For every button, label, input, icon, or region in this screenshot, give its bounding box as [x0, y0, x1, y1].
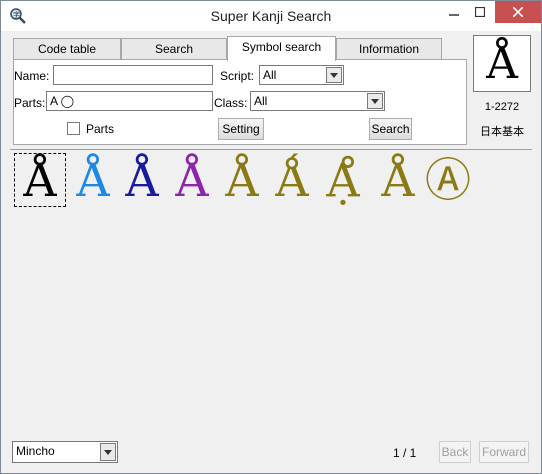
symbol-search-panel: Name: Script: All Parts: A ◯ Class: All …: [13, 59, 467, 145]
script-select-value: All: [263, 68, 277, 82]
result-glyph[interactable]: Ạ̊: [317, 153, 369, 207]
tab-code-table[interactable]: Code table: [13, 38, 121, 60]
search-button[interactable]: Search: [369, 118, 412, 140]
minimize-icon: [449, 14, 459, 16]
font-select[interactable]: Mincho: [12, 441, 118, 463]
parts-checkbox[interactable]: [67, 122, 80, 135]
results-grid: Å Å Å Å Å Ǻ Ạ̊ Å Ⓐ: [10, 149, 532, 433]
glyph-code: 1-2272: [484, 101, 520, 113]
script-label: Script:: [220, 69, 255, 83]
tab-symbol-search[interactable]: Symbol search: [227, 36, 336, 61]
parts-label: Parts:: [14, 96, 46, 110]
page-indicator: 1 / 1: [393, 446, 417, 460]
result-glyph[interactable]: Å: [372, 153, 424, 207]
maximize-icon: [475, 7, 485, 17]
parts-input[interactable]: A ◯: [46, 91, 213, 111]
class-select[interactable]: All: [250, 91, 385, 111]
font-select-value: Mincho: [16, 444, 55, 458]
forward-button[interactable]: Forward: [479, 441, 529, 463]
result-glyph[interactable]: Ǻ: [266, 153, 318, 207]
close-button[interactable]: [495, 1, 541, 23]
maximize-button[interactable]: [467, 1, 493, 23]
class-label: Class:: [214, 96, 248, 110]
result-glyph[interactable]: Å: [67, 153, 119, 207]
script-select[interactable]: All: [259, 65, 344, 85]
tab-search[interactable]: Search: [121, 38, 227, 60]
setting-button[interactable]: Setting: [218, 118, 264, 140]
result-glyph[interactable]: Å: [14, 153, 66, 207]
class-select-value: All: [254, 94, 268, 108]
name-input[interactable]: [53, 65, 213, 85]
name-label: Name:: [14, 69, 50, 83]
selected-glyph-preview: Å: [473, 35, 531, 92]
tab-information[interactable]: Information: [336, 38, 442, 60]
tab-strip: Code table Search Symbol search Informat…: [13, 36, 467, 61]
title-bar: 字 Super Kanji Search: [1, 1, 541, 31]
chevron-down-icon[interactable]: [367, 93, 383, 109]
glyph-category: 日本基本: [480, 126, 524, 138]
status-bar: Mincho 1 / 1 Back Forward: [1, 437, 541, 473]
minimize-button[interactable]: [441, 1, 467, 23]
chevron-down-icon[interactable]: [100, 443, 116, 461]
app-window: 字 Super Kanji Search Code table Search S…: [0, 0, 542, 474]
chevron-down-icon[interactable]: [326, 67, 342, 83]
close-icon: [513, 7, 523, 17]
result-glyph[interactable]: Å: [116, 153, 168, 207]
result-glyph[interactable]: Ⓐ: [422, 153, 474, 207]
back-button[interactable]: Back: [439, 441, 471, 463]
result-glyph[interactable]: Å: [166, 153, 218, 207]
result-glyph[interactable]: Å: [216, 153, 268, 207]
parts-checkbox-label: Parts: [86, 122, 115, 136]
